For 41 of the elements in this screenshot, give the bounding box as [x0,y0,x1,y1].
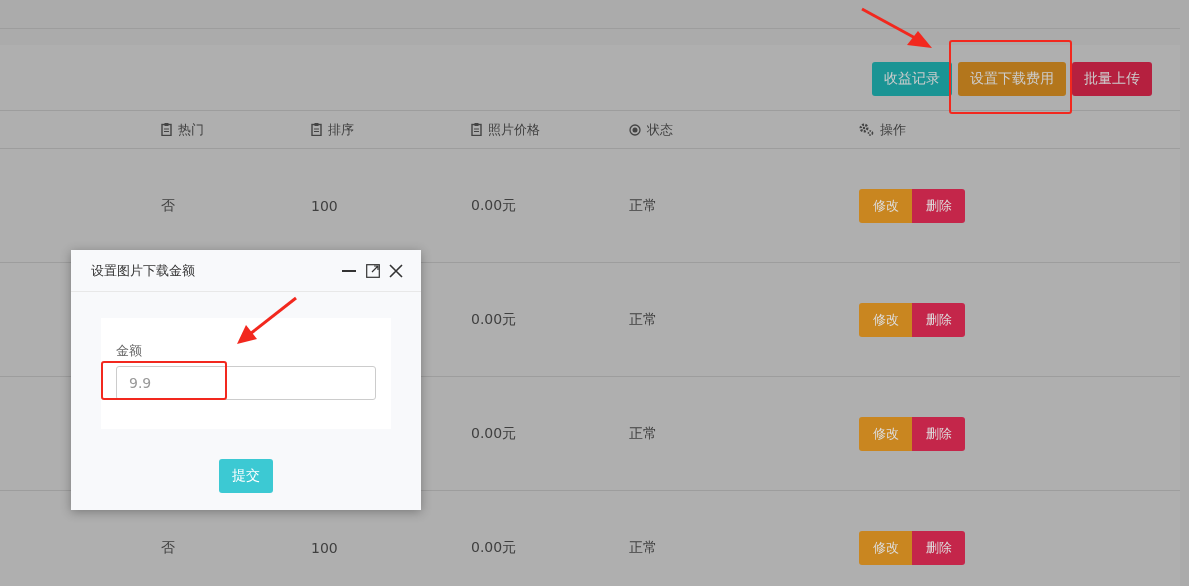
delete-button[interactable]: 删除 [912,416,965,451]
close-icon[interactable] [389,263,403,278]
annotation-arrow [237,296,297,344]
table-cell: 否 [161,538,175,557]
table-cell: 正常 [629,538,657,557]
clipboard-icon [471,123,482,136]
column-header: 照片价格 [488,120,540,139]
edit-button[interactable]: 修改 [859,302,912,337]
toolbar-button[interactable]: 设置下载费用 [958,62,1066,96]
toolbar-button[interactable]: 批量上传 [1072,62,1152,96]
table-cell: 0.00元 [471,424,517,443]
column-header: 热门 [178,120,204,139]
table-cell: 正常 [629,424,657,443]
edit-button[interactable]: 修改 [859,530,912,565]
edit-button[interactable]: 修改 [859,416,912,451]
gears-icon [859,123,874,136]
table-cell: 100 [311,539,338,556]
toolbar-button[interactable]: 收益记录 [872,62,952,96]
column-header: 排序 [328,120,354,139]
radio-dot-icon [629,123,641,136]
edit-button[interactable]: 修改 [859,188,912,223]
dialog-title: 设置图片下载金额 [91,261,196,280]
submit-button[interactable]: 提交 [219,459,273,493]
table-cell: 0.00元 [471,310,517,329]
maximize-icon[interactable] [366,263,380,278]
amount-field[interactable]: 9.9 [116,366,376,400]
table-cell: 正常 [629,196,657,215]
field-label: 金额 [116,342,142,360]
delete-button[interactable]: 删除 [912,302,965,337]
clipboard-icon [311,123,322,136]
column-header: 状态 [647,120,673,139]
column-header: 操作 [880,120,906,139]
delete-button[interactable]: 删除 [912,530,965,565]
table-cell: 否 [161,196,175,215]
table-cell: 100 [311,197,338,214]
clipboard-icon [161,123,172,136]
delete-button[interactable]: 删除 [912,188,965,223]
annotation-arrow [861,7,932,48]
table-cell: 0.00元 [471,196,517,215]
table-cell: 0.00元 [471,538,517,557]
table-cell: 正常 [629,310,657,329]
